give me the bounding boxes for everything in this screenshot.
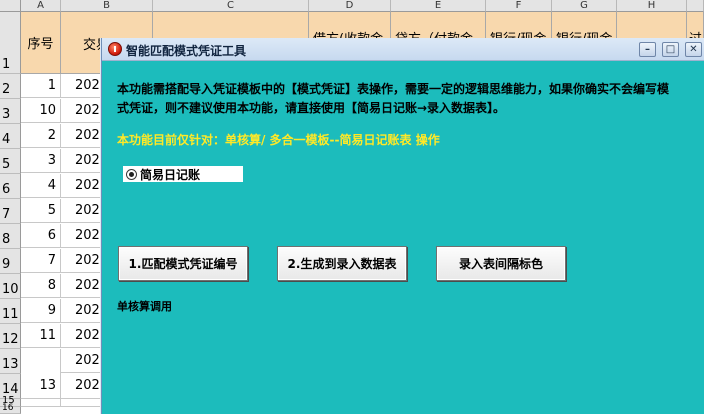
cell-seq[interactable]	[21, 354, 61, 374]
generate-to-entry-table-button[interactable]: 2.生成到录入数据表	[277, 246, 407, 281]
maximize-button[interactable]: □	[662, 42, 679, 57]
column-header-i[interactable]	[687, 0, 704, 12]
row-number[interactable]: 16	[0, 404, 21, 414]
row-number[interactable]: 9	[0, 249, 21, 274]
column-header-h[interactable]: H	[617, 0, 687, 12]
minimize-button[interactable]: –	[639, 42, 656, 57]
row-number[interactable]: 12	[0, 324, 21, 349]
row-number[interactable]: 1	[0, 12, 21, 74]
cell-seq[interactable]: 3	[21, 149, 61, 173]
row-number[interactable]: 6	[0, 174, 21, 199]
scope-notice: 本功能目前仅针对：单核算/ 多合一模板--简易日记账表 操作	[117, 133, 440, 147]
row-number[interactable]: 8	[0, 224, 21, 249]
matching-tool-dialog: 智能匹配模式凭证工具 – □ ✕ 本功能需搭配导入凭证模板中的【模式凭证】表操作…	[101, 38, 704, 414]
row-number[interactable]: 5	[0, 149, 21, 174]
match-voucher-number-button[interactable]: 1.匹配模式凭证编号	[118, 246, 248, 281]
row-number[interactable]: 3	[0, 99, 21, 124]
close-button[interactable]: ✕	[685, 42, 702, 57]
cell-seq[interactable]: 13	[21, 374, 61, 399]
row-number[interactable]: 11	[0, 299, 21, 324]
cell-seq[interactable]: 7	[21, 249, 61, 273]
dialog-titlebar[interactable]: 智能匹配模式凭证工具 – □ ✕	[102, 38, 704, 61]
column-header-g[interactable]: G	[552, 0, 617, 12]
cell-seq[interactable]: 9	[21, 299, 61, 323]
cell-seq[interactable]: 11	[21, 324, 61, 348]
single-accounting-label: 单核算调用	[117, 300, 172, 313]
radio-selected-icon[interactable]	[126, 168, 137, 180]
cell-seq[interactable]: 10	[21, 99, 61, 123]
cell-seq[interactable]: 4	[21, 174, 61, 198]
column-header-e[interactable]: E	[391, 0, 486, 12]
column-header-c[interactable]: C	[153, 0, 309, 12]
column-header-a[interactable]: A	[21, 0, 61, 12]
column-header-b[interactable]: B	[61, 0, 153, 12]
row-number[interactable]: 2	[0, 74, 21, 99]
select-all-corner[interactable]	[0, 0, 21, 12]
row-number[interactable]: 4	[0, 124, 21, 149]
row-number[interactable]: 7	[0, 199, 21, 224]
alternate-row-color-button[interactable]: 录入表间隔标色	[436, 246, 566, 281]
radio-label: 简易日记账	[140, 167, 201, 182]
row-number[interactable]: 10	[0, 274, 21, 299]
simple-journal-radio[interactable]: 简易日记账	[123, 166, 243, 182]
cell-seq[interactable]: 1	[21, 74, 61, 98]
cell-seq[interactable]: 6	[21, 224, 61, 248]
cell-seq[interactable]: 8	[21, 274, 61, 298]
header-cell-seq[interactable]: 序号	[21, 12, 61, 74]
cell-seq[interactable]: 5	[21, 199, 61, 223]
column-header-d[interactable]: D	[309, 0, 391, 12]
app-icon	[108, 42, 122, 56]
dialog-title: 智能匹配模式凭证工具	[126, 44, 247, 58]
cell-seq[interactable]: 2	[21, 124, 61, 148]
row-number[interactable]: 13	[0, 349, 21, 374]
column-header-f[interactable]: F	[486, 0, 552, 12]
feature-description: 本功能需搭配导入凭证模板中的【模式凭证】表操作，需要一定的逻辑思维能力，如果你确…	[117, 82, 670, 115]
cell-empty[interactable]	[21, 399, 61, 407]
